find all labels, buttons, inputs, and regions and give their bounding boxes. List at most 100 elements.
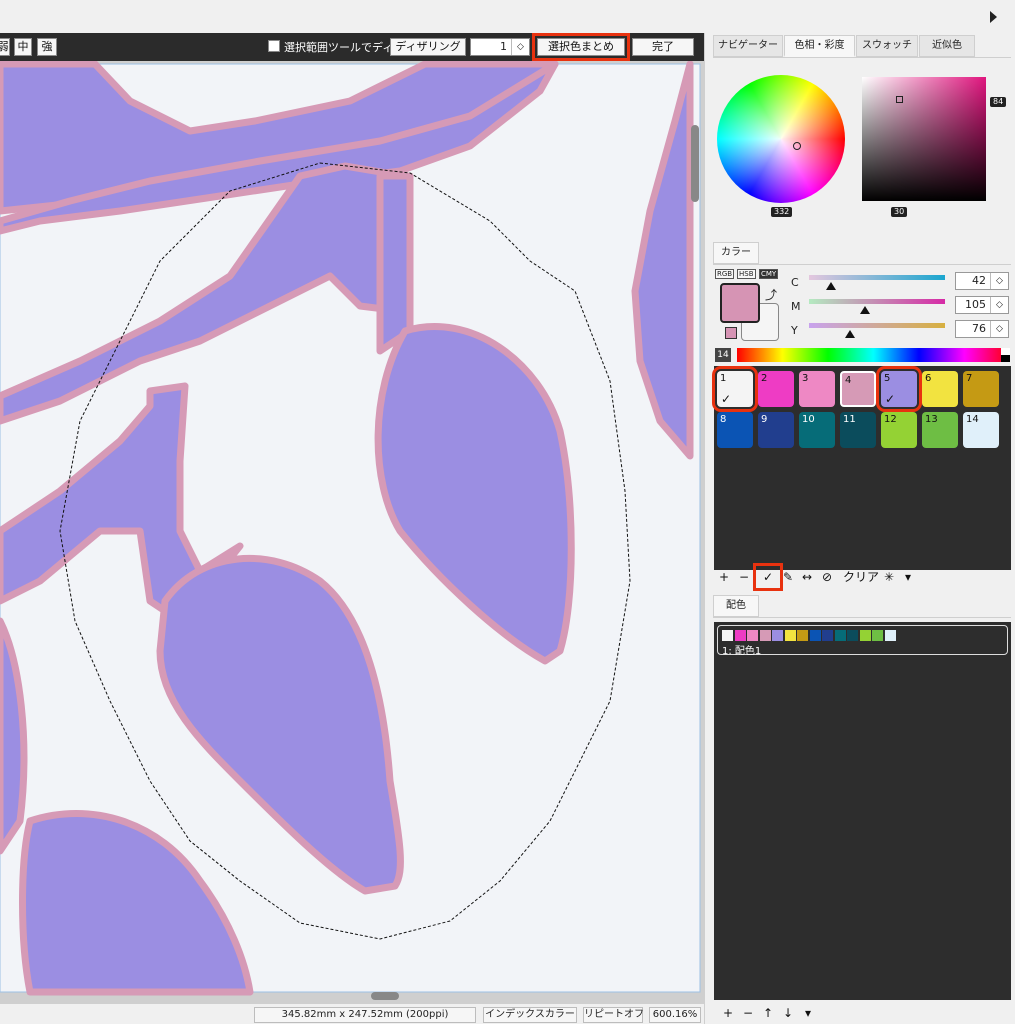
- scheme-swatch: [759, 630, 771, 641]
- swap-colors-icon[interactable]: ↔: [800, 568, 814, 586]
- stepper-arrows-icon[interactable]: ◇: [990, 297, 1008, 313]
- color-spectrum-bar[interactable]: [737, 348, 1010, 362]
- clear-button[interactable]: クリア: [842, 568, 880, 586]
- edit-color-icon[interactable]: ✎: [781, 568, 795, 586]
- slider-value-c[interactable]: 42 ◇: [955, 272, 1009, 290]
- check-color-icon[interactable]: ✓: [753, 563, 783, 591]
- slider-value-y[interactable]: 76 ◇: [955, 320, 1009, 338]
- expand-panel-icon[interactable]: [990, 11, 997, 23]
- slider-thumb-m[interactable]: [859, 306, 870, 314]
- horizontal-scrollbar[interactable]: [371, 992, 399, 1000]
- tab-similar-colors[interactable]: 近似色: [919, 35, 975, 57]
- tool-options-bar: 弱 中 強 選択範囲ツールでディザ ディザリング 1 ◇ 選択色まとめ 完了: [0, 33, 704, 61]
- color-mode-status[interactable]: インデックスカラー: [483, 1007, 577, 1023]
- scheme-swatch: [822, 630, 833, 641]
- disable-color-icon[interactable]: ⊘: [820, 568, 834, 586]
- remove-color-icon[interactable]: −: [737, 568, 751, 586]
- mode-rgb[interactable]: RGB: [715, 269, 735, 279]
- palette-color-number: 3: [802, 373, 809, 384]
- foreground-color-swatch[interactable]: [720, 283, 760, 323]
- add-scheme-icon[interactable]: +: [721, 1004, 735, 1022]
- slider-c[interactable]: [809, 275, 945, 280]
- palette-color-4[interactable]: 4: [840, 371, 876, 407]
- hue-wheel[interactable]: [717, 75, 845, 203]
- palette-color-number: 10: [802, 414, 815, 425]
- palette-color-2[interactable]: 2: [758, 371, 794, 407]
- tab-hue-saturation[interactable]: 色相・彩度: [784, 35, 855, 57]
- color-scheme-label: 1: 配色1: [722, 646, 762, 657]
- tab-navigator[interactable]: ナビゲーター: [713, 35, 783, 57]
- palette-color-10[interactable]: 10: [799, 412, 835, 448]
- dither-selection-label: 選択範囲ツールでディザ: [284, 41, 405, 54]
- palette-color-9[interactable]: 9: [758, 412, 794, 448]
- check-icon: ✓: [721, 392, 732, 406]
- dither-weak-button[interactable]: 弱: [0, 38, 10, 56]
- right-panel: ナビゲーター 色相・彩度 スウォッチ 近似色 332 30 84 カラー RGB…: [704, 33, 1015, 1024]
- slider-value-m[interactable]: 105 ◇: [955, 296, 1009, 314]
- tab-divider: [713, 57, 1011, 58]
- stepper-arrows-icon[interactable]: ◇: [990, 273, 1008, 289]
- palette-color-13[interactable]: 13: [922, 412, 958, 448]
- color-scheme-row[interactable]: 1: 配色1: [717, 625, 1008, 657]
- vertical-scrollbar[interactable]: [691, 125, 699, 202]
- tab-color-scheme[interactable]: 配色: [713, 595, 759, 617]
- slider-y[interactable]: [809, 323, 945, 328]
- add-color-icon[interactable]: +: [717, 568, 731, 586]
- canvas-artwork[interactable]: [0, 61, 704, 1003]
- mode-cmy[interactable]: CMY: [759, 269, 779, 279]
- repeat-status[interactable]: リピートオフ: [583, 1007, 644, 1023]
- dither-selection-checkbox[interactable]: [268, 40, 280, 52]
- branch-shape: [376, 172, 414, 355]
- scheme-swatch: [747, 630, 758, 641]
- dithering-button[interactable]: ディザリング: [390, 38, 466, 56]
- settings-icon[interactable]: ✳: [882, 568, 896, 586]
- palette-color-number: 9: [761, 414, 768, 425]
- palette-color-12[interactable]: 12: [881, 412, 917, 448]
- zoom-level[interactable]: 600.16%: [649, 1007, 701, 1023]
- scheme-swatch: [884, 630, 896, 641]
- palette-color-number: 8: [720, 414, 727, 425]
- palette-color-5[interactable]: 5 ✓: [876, 366, 922, 412]
- hue-marker[interactable]: [793, 142, 801, 150]
- slider-m[interactable]: [809, 299, 945, 304]
- canvas-size-readout: 345.82mm x 247.52mm (200ppi): [254, 1007, 476, 1023]
- slider-value-text: 105: [965, 298, 986, 311]
- canvas-area[interactable]: [0, 61, 704, 1003]
- remove-scheme-icon[interactable]: −: [741, 1004, 755, 1022]
- dither-value: 1: [500, 40, 507, 53]
- scheme-menu-icon[interactable]: ▾: [801, 1004, 815, 1022]
- transparent-color-swatch[interactable]: [725, 327, 737, 339]
- scheme-swatch: [859, 630, 871, 641]
- slider-thumb-y[interactable]: [844, 330, 855, 338]
- dither-value-stepper[interactable]: 1 ◇: [470, 38, 530, 56]
- swap-colors-icon[interactable]: ⤴: [765, 286, 777, 303]
- scheme-swatch: [722, 630, 733, 641]
- palette-color-number: 7: [966, 373, 973, 384]
- mode-hsb[interactable]: HSB: [737, 269, 756, 279]
- palette-color-11[interactable]: 11: [840, 412, 876, 448]
- merge-selected-colors-button[interactable]: 選択色まとめ: [532, 33, 630, 61]
- black-white-bar[interactable]: [1001, 348, 1010, 362]
- slider-thumb-c[interactable]: [825, 282, 836, 290]
- palette-color-7[interactable]: 7: [963, 371, 999, 407]
- stepper-arrows-icon[interactable]: ◇: [990, 321, 1008, 337]
- stepper-arrows-icon[interactable]: ◇: [511, 39, 529, 55]
- tab-color[interactable]: カラー: [713, 242, 759, 264]
- palette-color-14[interactable]: 14: [963, 412, 999, 448]
- palette-color-3[interactable]: 3: [799, 371, 835, 407]
- tab-swatch[interactable]: スウォッチ: [856, 35, 918, 57]
- palette-color-8[interactable]: 8: [717, 412, 753, 448]
- palette-color-number: 11: [843, 414, 856, 425]
- palette-color-number: 5: [884, 373, 891, 384]
- move-down-icon[interactable]: ↓: [781, 1004, 795, 1022]
- palette-color-6[interactable]: 6: [922, 371, 958, 407]
- done-button[interactable]: 完了: [632, 38, 694, 56]
- dropdown-menu-icon[interactable]: ▾: [901, 568, 915, 586]
- dither-medium-button[interactable]: 中: [14, 38, 32, 56]
- saturation-brightness-box[interactable]: [862, 77, 986, 201]
- move-up-icon[interactable]: ↑: [761, 1004, 775, 1022]
- palette-color-1[interactable]: 1 ✓: [712, 366, 758, 412]
- palette-color-number: 4: [845, 375, 852, 386]
- saturation-brightness-marker[interactable]: [896, 96, 903, 103]
- dither-strong-button[interactable]: 強: [37, 38, 57, 56]
